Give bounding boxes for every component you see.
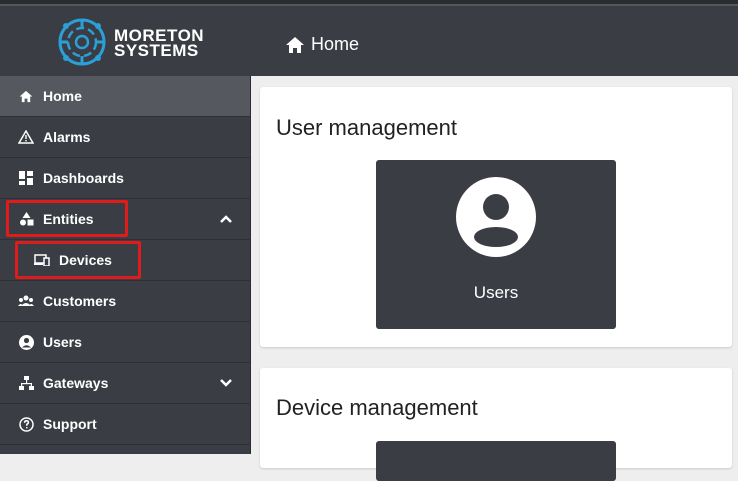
home-icon bbox=[18, 88, 34, 104]
tile-label: Users bbox=[473, 283, 519, 302]
alarm-warning-icon bbox=[18, 129, 34, 145]
dashboard-icon bbox=[18, 170, 34, 186]
user-avatar-icon bbox=[456, 177, 536, 257]
brand-line-2: SYSTEMS bbox=[114, 41, 199, 60]
sidebar-item-home[interactable]: Home bbox=[0, 76, 250, 117]
brand-name: MORETON SYSTEMS bbox=[114, 27, 204, 60]
sidebar-item-support[interactable]: Support bbox=[0, 404, 250, 445]
sidebar-nav: Home Alarms Dashboards Entities Devices … bbox=[0, 76, 251, 454]
sidebar-item-gateways[interactable]: Gateways bbox=[0, 363, 250, 404]
brand-logo[interactable]: MORETON SYSTEMS bbox=[56, 16, 206, 68]
breadcrumb[interactable]: Home bbox=[285, 34, 359, 55]
highlight-entities bbox=[6, 200, 128, 237]
device-tile[interactable] bbox=[376, 441, 616, 481]
sidebar-item-label: Alarms bbox=[43, 129, 91, 145]
chevron-down-icon[interactable] bbox=[218, 375, 234, 391]
sidebar-item-users[interactable]: Users bbox=[0, 322, 250, 363]
home-icon bbox=[286, 36, 304, 53]
users-tile[interactable]: Users bbox=[376, 160, 616, 329]
customers-icon bbox=[18, 293, 34, 309]
sidebar-item-label: Customers bbox=[43, 293, 117, 309]
user-icon bbox=[18, 334, 34, 350]
logo-mark-icon bbox=[58, 18, 106, 66]
sidebar-item-label: Home bbox=[43, 88, 82, 104]
section-title: Device management bbox=[276, 395, 478, 420]
device-management-card: Device management bbox=[260, 368, 732, 481]
main-content: User management Users Device management bbox=[251, 76, 738, 481]
app-header: MORETON SYSTEMS Home bbox=[0, 6, 738, 76]
user-management-card: User management Users bbox=[260, 87, 732, 347]
gateways-icon bbox=[18, 375, 34, 391]
sidebar-item-dashboards[interactable]: Dashboards bbox=[0, 158, 250, 199]
chevron-up-icon[interactable] bbox=[218, 211, 234, 227]
sidebar-item-label: Support bbox=[43, 416, 97, 432]
breadcrumb-label: Home bbox=[311, 34, 360, 54]
highlight-devices bbox=[15, 241, 141, 279]
section-title: User management bbox=[276, 115, 457, 140]
sidebar-item-customers[interactable]: Customers bbox=[0, 281, 250, 322]
help-icon bbox=[18, 416, 34, 432]
sidebar-item-label: Dashboards bbox=[43, 170, 124, 186]
sidebar-item-label: Users bbox=[43, 334, 82, 350]
sidebar-item-alarms[interactable]: Alarms bbox=[0, 117, 250, 158]
sidebar-item-label: Gateways bbox=[43, 375, 109, 391]
